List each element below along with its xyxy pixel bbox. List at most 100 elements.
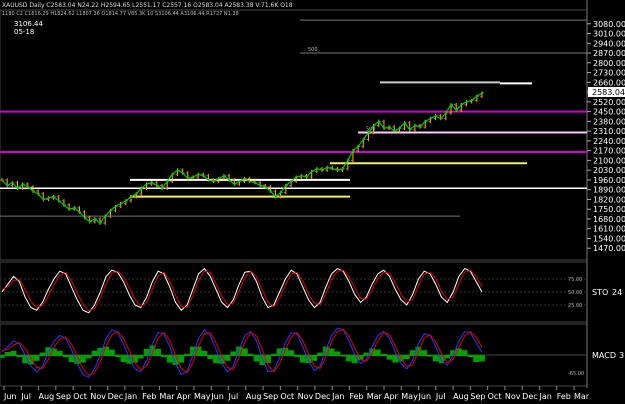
macd-histogram-bar [0, 355, 5, 358]
x-tick-label: Jul [435, 392, 446, 401]
y-tick-label: 2240.00 [593, 137, 625, 146]
macd-histogram-bar [253, 355, 260, 362]
macd-histogram-bar [213, 355, 219, 364]
macd-histogram-bar [340, 355, 347, 357]
sto-tick-label: 25.00 [568, 303, 582, 309]
x-tick-label: Aug [39, 392, 55, 401]
x-tick-label: Jun [210, 392, 224, 401]
macd-histogram-bar [33, 355, 40, 361]
y-tick-label: 1820.00 [593, 195, 625, 204]
macd-histogram-bar [4, 352, 11, 356]
macd-histogram-bar [380, 353, 387, 356]
header-line-1: XAUUSD Daily C2583.04 N24.22 H2594.65 L2… [2, 2, 293, 9]
y-tick-label: 1610.00 [593, 225, 625, 234]
y-tick-label: 3010.00 [593, 30, 625, 39]
macd-histogram-bar [178, 355, 185, 363]
y-tick-label: 1960.00 [593, 176, 625, 185]
x-tick-label: Jul [20, 392, 31, 401]
y-tick-label: 1470.00 [593, 244, 625, 253]
macd-histogram-bar [299, 355, 306, 363]
y-tick-label: 2100.00 [593, 156, 625, 165]
macd-histogram-bar [10, 350, 17, 356]
macd-histogram-bar [346, 355, 352, 362]
current-price-label: 2583.04 [592, 88, 625, 97]
x-tick-label: Oct [488, 392, 502, 401]
x-tick-label: Sep [263, 392, 278, 401]
x-tick-label: Oct [280, 392, 294, 401]
macd-histogram-bar [166, 355, 173, 363]
macd-histogram-bar [403, 355, 410, 359]
x-tick-label: Jan [331, 392, 344, 401]
macd-histogram-bar [85, 355, 92, 359]
macd-histogram-bar [421, 350, 428, 356]
sto-tick-label: 75.00 [568, 277, 582, 283]
macd-histogram-bar [155, 349, 162, 356]
level-label: 3106.44 [14, 20, 43, 28]
x-tick-label: Sep [470, 392, 485, 401]
x-tick-label: Nov [298, 392, 314, 401]
macd-histogram-bar [311, 355, 318, 361]
date-label: 05-18 [14, 28, 34, 36]
macd-histogram-bar [461, 350, 468, 356]
x-tick-label: May [194, 392, 211, 401]
y-tick-label: 3080.00 [593, 20, 625, 29]
y-tick-label: 1890.00 [593, 186, 625, 195]
macd-histogram-bar [114, 355, 121, 358]
macd-histogram-bar [427, 355, 433, 357]
chart-window: XAUUSD Daily C2583.04 N24.22 H2594.65 L2… [0, 0, 625, 404]
x-tick-label: Mar [367, 392, 383, 401]
macd-param: 3 [619, 351, 624, 360]
macd-histogram-bar [184, 353, 190, 356]
x-tick-label: Jan [538, 392, 551, 401]
macd-histogram-bar [386, 355, 393, 360]
macd-histogram-bar [467, 355, 474, 358]
x-tick-label: Sep [56, 392, 71, 401]
x-tick-label: Jun [418, 392, 432, 401]
macd-legend: MACD [592, 351, 616, 360]
y-tick-label: 2730.00 [593, 69, 625, 78]
sto-legend: STO [592, 288, 608, 297]
x-tick-label: Apr [177, 392, 192, 401]
x-tick-label: Dec [522, 392, 537, 401]
macd-histogram-bar [294, 355, 300, 358]
y-tick-label: 2800.00 [593, 59, 625, 68]
macd-histogram-bar [56, 350, 63, 356]
y-tick-label: 2170.00 [593, 147, 625, 156]
macd-histogram-bar [16, 355, 23, 358]
macd-histogram-bar [247, 353, 254, 356]
macd-histogram-bar [80, 355, 86, 363]
y-tick-label: 1680.00 [593, 215, 625, 224]
chart-background [0, 0, 625, 404]
sto-tick-label: 50.00 [568, 290, 582, 296]
macd-histogram-bar [432, 355, 439, 362]
level-line-label: 500 [308, 47, 318, 53]
macd-histogram-bar [473, 355, 480, 362]
macd-histogram-bar [270, 353, 277, 356]
y-tick-label: 2030.00 [593, 166, 625, 175]
macd-histogram-bar [479, 355, 485, 362]
macd-histogram-bar [288, 350, 295, 356]
x-tick-label: Oct [73, 392, 87, 401]
x-tick-label: Jun [3, 392, 17, 401]
header-line-2: 1180 C2 C1816.29 H1824.62 L1807.36 O1814… [2, 11, 239, 17]
x-tick-label: Aug [246, 392, 262, 401]
macd-histogram-bar [68, 355, 75, 362]
x-tick-label: Jul [228, 392, 239, 401]
macd-histogram-bar [230, 351, 237, 356]
x-tick-label: Nov [90, 392, 106, 401]
x-tick-label: Mar [159, 392, 175, 401]
macd-histogram-bar [242, 348, 248, 356]
macd-histogram-bar [201, 350, 208, 356]
y-tick-label: 2940.00 [593, 39, 625, 48]
macd-histogram-bar [317, 352, 323, 356]
y-tick-label: 2450.00 [593, 108, 625, 117]
sto-param: 24 [612, 288, 622, 297]
y-tick-label: 1540.00 [593, 234, 625, 243]
macd-histogram-bar [328, 348, 335, 356]
y-tick-label: 2660.00 [593, 78, 625, 87]
macd-histogram-bar [62, 355, 69, 358]
macd-histogram-bar [91, 350, 98, 356]
macd-histogram-bar [334, 351, 341, 356]
x-tick-label: Feb [349, 392, 363, 401]
x-tick-label: Aug [453, 392, 469, 401]
